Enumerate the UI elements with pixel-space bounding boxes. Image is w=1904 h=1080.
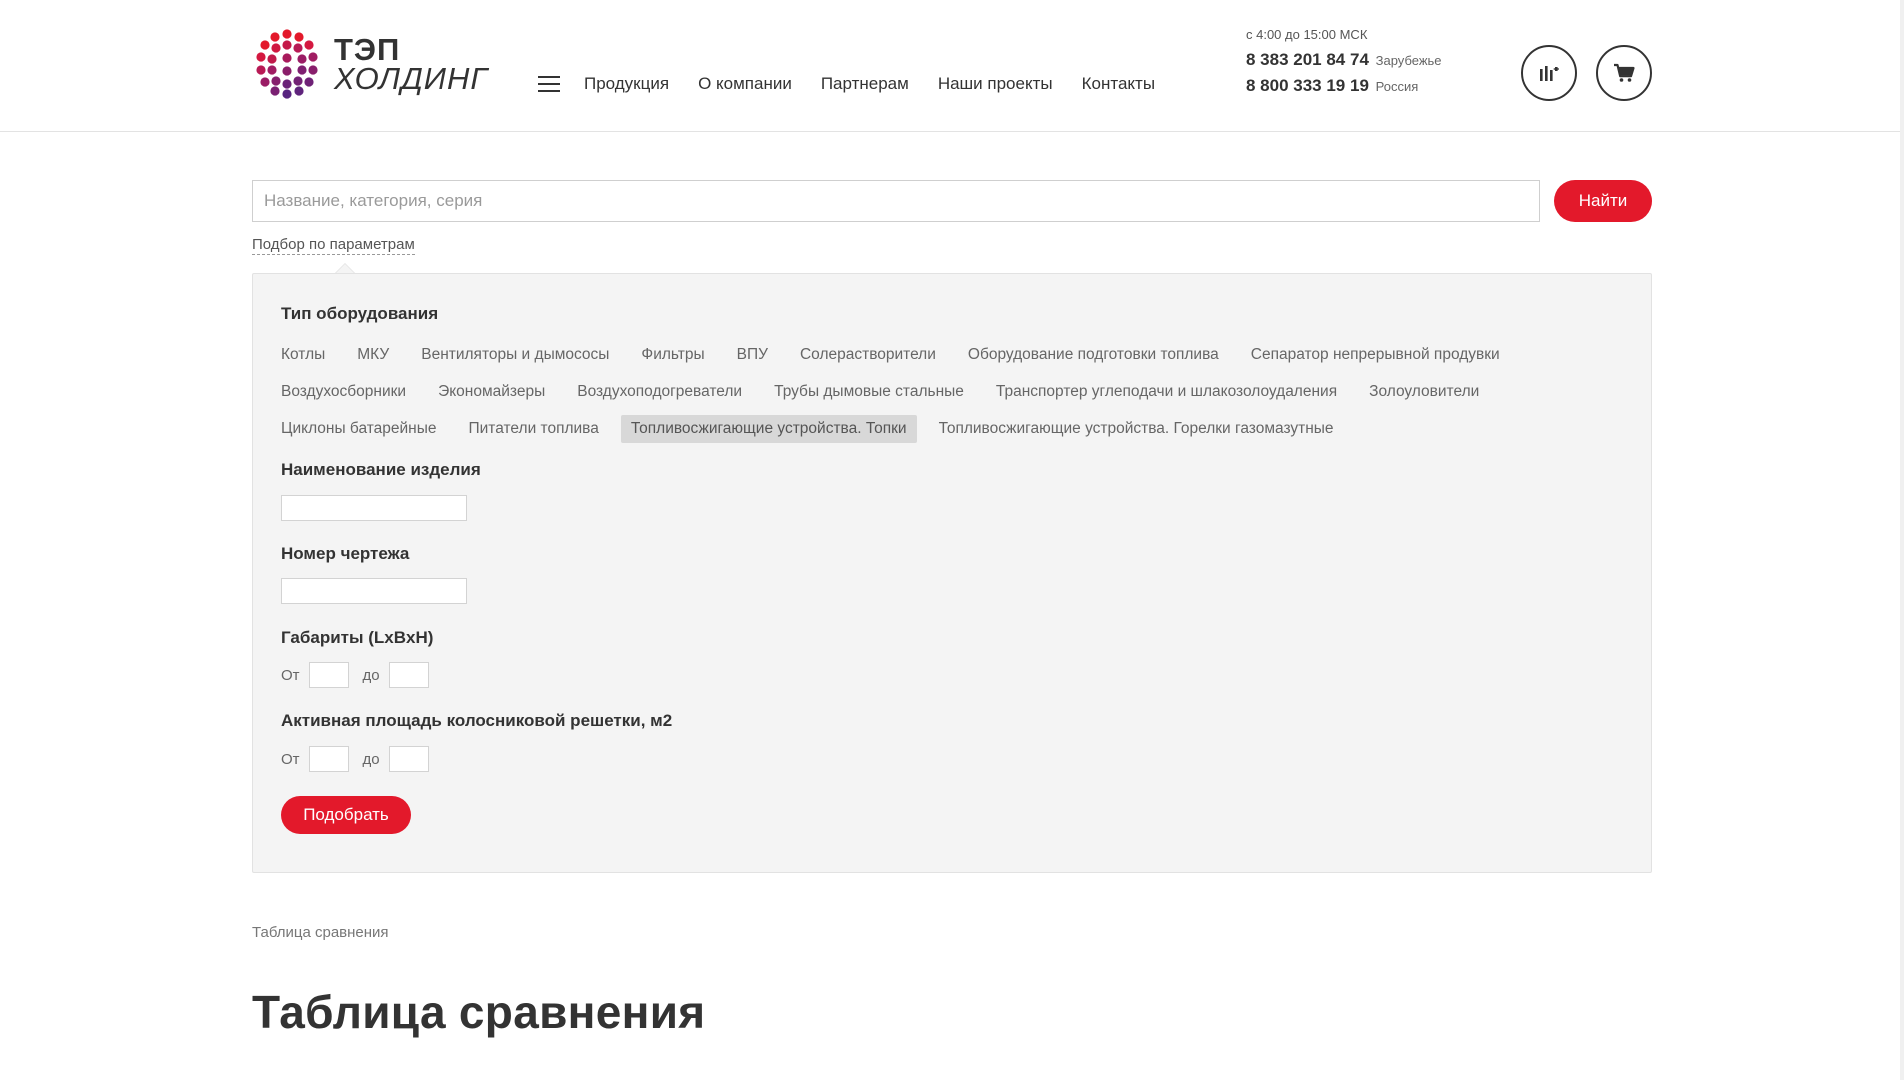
tag-row: Циклоны батарейные Питатели топлива Топлив… xyxy=(281,410,1621,447)
equipment-type-title: Тип оборудования xyxy=(281,304,439,323)
dimensions-from-label: От xyxy=(281,666,300,684)
logo-dot xyxy=(293,43,303,53)
equipment-tag[interactable]: Трубы дымовые стальные xyxy=(764,378,974,406)
grate-area-from-label: От xyxy=(281,750,300,768)
logo-dot xyxy=(270,86,280,96)
dimensions-to-field[interactable] xyxy=(388,662,429,688)
logo-dot xyxy=(297,54,307,64)
equipment-tag[interactable]: Циклоны батарейные xyxy=(271,415,447,443)
product-name-title: Наименование изделия xyxy=(281,460,481,479)
logo-dot xyxy=(267,65,277,75)
logo-dot xyxy=(304,77,314,87)
equipment-tag[interactable]: Золоуловители xyxy=(1359,378,1489,406)
logo-dot xyxy=(282,53,292,63)
cart-button[interactable] xyxy=(1596,45,1652,101)
hamburger-icon[interactable] xyxy=(538,76,560,92)
filter-panel: Тип оборудования Котлы МКУ Вентиляторы и д… xyxy=(252,273,1652,873)
logo-dot xyxy=(270,32,280,42)
logo-dot xyxy=(308,65,318,75)
nav-item-products[interactable]: Продукция xyxy=(584,74,669,94)
logo-dot xyxy=(294,86,304,96)
equipment-tag[interactable]: Топливосжигающие устройства. Топки xyxy=(620,414,917,443)
dimensions-to-label: до xyxy=(362,666,380,684)
breadcrumb[interactable]: Таблица сравнения xyxy=(252,924,389,941)
header-contacts: с 4:00 до 15:00 МСК 8 383 201 84 74 Зару… xyxy=(1246,27,1442,96)
logo-dot xyxy=(271,43,281,53)
phone-russia-note: Россия xyxy=(1375,79,1419,94)
apply-filter-button[interactable]: Подобрать xyxy=(281,796,411,834)
equipment-tag[interactable]: Оборудование подготовки топлива xyxy=(958,341,1229,369)
phone-abroad[interactable]: 8 383 201 84 74 Зарубежье xyxy=(1246,50,1442,70)
equipment-tag[interactable]: Транспортер углеподачи и шлакозолоудален… xyxy=(986,378,1347,406)
logo-dot xyxy=(282,89,292,99)
nav-item-partners[interactable]: Партнерам xyxy=(821,74,909,94)
equipment-tag[interactable]: ВПУ xyxy=(727,341,778,369)
equipment-tag[interactable]: Фильтры xyxy=(631,341,714,369)
equipment-tag[interactable]: Солерастворители xyxy=(790,341,946,369)
compare-button[interactable] xyxy=(1521,45,1577,101)
scrollbar[interactable] xyxy=(1900,0,1904,1080)
nav-item-contacts[interactable]: Контакты xyxy=(1082,74,1155,94)
logo-dot xyxy=(304,40,314,50)
tag-row: Воздухосборники Экономайзеры Воздухоподогр… xyxy=(281,373,1621,410)
phone-abroad-number[interactable]: 8 383 201 84 74 xyxy=(1246,50,1369,69)
compare-icon xyxy=(1540,66,1559,81)
tag-row: Котлы МКУ Вентиляторы и дымососы Фильтры ВПУ… xyxy=(281,336,1621,373)
grate-area-to-field[interactable] xyxy=(388,746,429,772)
dimensions-from-field[interactable] xyxy=(308,662,349,688)
equipment-tag[interactable]: МКУ xyxy=(347,341,399,369)
phone-abroad-note: Зарубежье xyxy=(1375,53,1442,68)
params-toggle-link[interactable]: Подбор по параметрам xyxy=(252,236,415,255)
equipment-tag[interactable]: Экономайзеры xyxy=(428,378,555,406)
phone-russia[interactable]: 8 800 333 19 19 Россия xyxy=(1246,76,1442,96)
site-header: ТЭП ХОЛДИНГ Продукция О компании Партнер… xyxy=(0,0,1904,132)
grate-area-title: Активная площадь колосниковой решетки, м… xyxy=(281,711,673,730)
logo-dot xyxy=(297,65,307,75)
product-name-field[interactable] xyxy=(281,495,467,521)
search-button[interactable]: Найти xyxy=(1554,180,1652,222)
logo-dot xyxy=(308,52,318,62)
logo-dot xyxy=(267,54,277,64)
phone-russia-number[interactable]: 8 800 333 19 19 xyxy=(1246,76,1369,95)
logo[interactable]: ТЭП ХОЛДИНГ xyxy=(252,28,488,100)
grate-area-from-field[interactable] xyxy=(308,746,349,772)
logo-dot xyxy=(256,65,266,75)
drawing-number-field[interactable] xyxy=(281,578,467,604)
logo-dot xyxy=(294,32,304,42)
logo-text: ТЭП ХОЛДИНГ xyxy=(334,34,488,94)
logo-dot xyxy=(282,29,292,39)
equipment-tag[interactable]: Питатели топлива xyxy=(459,415,609,443)
nav-item-about[interactable]: О компании xyxy=(698,74,792,94)
search-input[interactable] xyxy=(252,180,1540,222)
grate-area-to-label: до xyxy=(362,750,380,768)
logo-dot xyxy=(256,52,266,62)
logo-dot xyxy=(293,76,303,86)
main-nav: Продукция О компании Партнерам Наши прое… xyxy=(584,74,1155,94)
grate-area-range: От до xyxy=(281,746,443,772)
logo-dot xyxy=(282,79,292,89)
equipment-tag[interactable]: Воздухоподогреватели xyxy=(567,378,752,406)
logo-dot xyxy=(282,66,292,76)
equipment-tag[interactable]: Вентиляторы и дымососы xyxy=(411,341,619,369)
logo-dot xyxy=(282,40,292,50)
equipment-tag[interactable]: Воздухосборники xyxy=(271,378,416,406)
logo-line-2: ХОЛДИНГ xyxy=(334,61,489,96)
equipment-tag[interactable]: Котлы xyxy=(271,341,335,369)
nav-item-projects[interactable]: Наши проекты xyxy=(938,74,1053,94)
equipment-tags: Котлы МКУ Вентиляторы и дымососы Фильтры ВПУ… xyxy=(281,336,1621,447)
logo-dots-icon xyxy=(256,29,318,99)
cart-icon xyxy=(1614,63,1635,82)
logo-dot xyxy=(271,76,281,86)
dimensions-range: От до xyxy=(281,662,443,688)
dimensions-title: Габариты (LxBxH) xyxy=(281,628,434,647)
drawing-number-title: Номер чертежа xyxy=(281,544,410,563)
equipment-tag[interactable]: Топливосжигающие устройства. Горелки газ… xyxy=(929,415,1344,443)
logo-dot xyxy=(260,40,270,50)
equipment-tag[interactable]: Сепаратор непрерывной продувки xyxy=(1241,341,1510,369)
work-hours: с 4:00 до 15:00 МСК xyxy=(1246,27,1368,42)
page-title: Таблица сравнения xyxy=(252,986,706,1038)
logo-dot xyxy=(260,77,270,87)
